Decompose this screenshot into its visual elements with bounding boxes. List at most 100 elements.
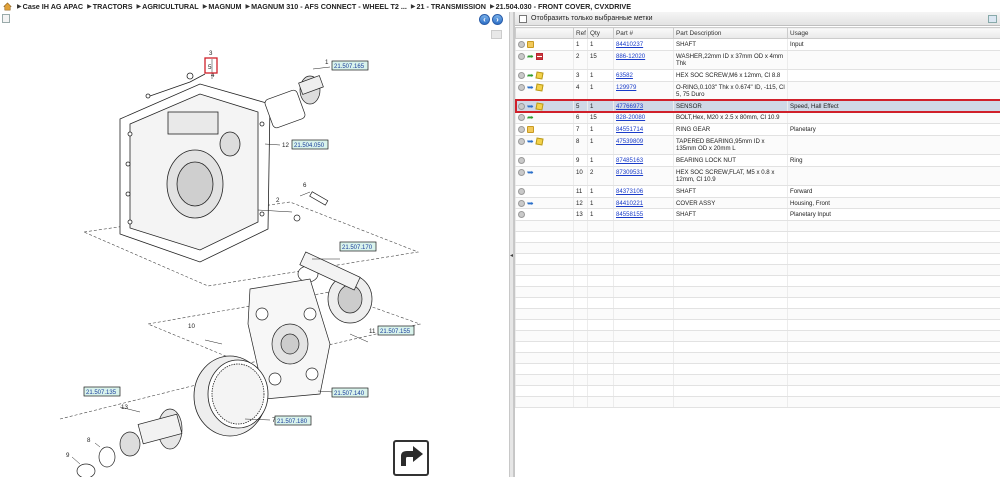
- expand-circle-icon[interactable]: [518, 211, 525, 219]
- col-header-part[interactable]: Part #: [613, 27, 674, 39]
- jump-to-arrow-button[interactable]: [393, 440, 429, 476]
- part-number-link[interactable]: 84410221: [616, 200, 643, 207]
- row-usage: Input: [787, 38, 1000, 51]
- part-number-link[interactable]: 63582: [616, 72, 633, 79]
- part-number-link[interactable]: 47539809: [616, 138, 643, 145]
- col-header-description[interactable]: Part Description: [673, 27, 788, 39]
- table-row[interactable]: 7 1 84551714 RING GEAR Planetary: [515, 123, 1000, 136]
- expand-circle-icon[interactable]: [518, 52, 525, 60]
- callout-10[interactable]: 10: [188, 323, 195, 330]
- breadcrumb-item[interactable]: 21 - TRANSMISSION: [416, 2, 486, 11]
- table-row[interactable]: ➦ 6 15 828-20080 BOLT,Hex, M20 x 2.5 x 80mm,…: [515, 111, 1000, 125]
- row-ref: 7: [573, 123, 588, 136]
- row-description: SHAFT: [673, 38, 788, 51]
- part-number-link[interactable]: 84551714: [616, 126, 643, 133]
- expand-circle-icon[interactable]: [518, 126, 525, 134]
- table-row[interactable]: 9 1 87485163 BEARING LOCK NUT Ring: [515, 154, 1000, 167]
- blue-arrow-icon: ➥: [527, 167, 534, 177]
- expand-circle-icon[interactable]: [518, 41, 525, 48]
- table-row[interactable]: 13 1 84558155 SHAFT Planetary Input: [515, 208, 1000, 222]
- part-number-link[interactable]: 84373106: [616, 188, 643, 195]
- callout-8[interactable]: 8: [87, 437, 91, 444]
- row-description: HEX SOC SCREW,FLAT, M5 x 0.8 x 12mm, Cl …: [673, 166, 788, 186]
- empty-cell: [587, 297, 614, 310]
- empty-cell: [787, 374, 1000, 387]
- table-row[interactable]: ➥ 10 2 87309531 HEX SOC SCREW,FLAT, M5 x 0.8…: [515, 166, 1000, 186]
- part-number-link[interactable]: 47766973: [616, 103, 643, 110]
- row-usage: [787, 50, 1000, 70]
- table-row[interactable]: 11 1 84373106 SHAFT Forward: [515, 185, 1000, 198]
- show-selected-checkbox[interactable]: [519, 14, 527, 23]
- part-number-link[interactable]: 87309531: [616, 169, 643, 176]
- empty-cell: [587, 352, 614, 365]
- callout-6[interactable]: 6: [303, 182, 307, 189]
- row-ref: 13: [573, 208, 588, 222]
- breadcrumb-item[interactable]: MAGNUM 310 - AFS CONNECT - WHEEL T2 ...: [251, 2, 407, 11]
- empty-cell: [613, 253, 674, 266]
- housing-drawing: [119, 83, 271, 263]
- table-row[interactable]: ➥ 8 1 47539809 TAPERED BEARING,95mm ID x 135…: [515, 135, 1000, 156]
- col-header-ref[interactable]: Ref: [573, 27, 588, 39]
- grid-options-icon[interactable]: [988, 15, 997, 23]
- col-header-qty[interactable]: Qty: [587, 27, 614, 39]
- breadcrumb-item[interactable]: MAGNUM: [208, 2, 241, 11]
- table-row[interactable]: ➦ 2 15 886-12020 WASHER,22mm ID x 37mm OD x …: [515, 50, 1000, 70]
- callout-1[interactable]: 1: [325, 59, 329, 66]
- ref-link[interactable]: 21.507.180: [277, 419, 308, 425]
- callout-9[interactable]: 9: [66, 452, 70, 459]
- table-row[interactable]: 1 1 84410237 SHAFT Input: [515, 38, 1000, 51]
- ref-link[interactable]: 21.507.170: [342, 245, 373, 251]
- expand-circle-icon[interactable]: [518, 187, 525, 195]
- breadcrumb-item[interactable]: AGRICULTURAL: [142, 2, 199, 11]
- col-header-usage[interactable]: Usage: [787, 27, 1000, 39]
- empty-cell: [587, 374, 614, 387]
- part-number-link[interactable]: 129979: [616, 84, 636, 91]
- table-row[interactable]: ➥ 5 1 47766973 SENSOR Speed, Hall Effect: [514, 99, 1000, 113]
- ref-link[interactable]: 21.504.050: [294, 143, 325, 149]
- expand-circle-icon[interactable]: [518, 168, 525, 176]
- table-row[interactable]: ➦ 3 1 63582 HEX SOC SCREW,M6 x 12mm, Cl 8.8: [515, 69, 1000, 82]
- breadcrumb-item[interactable]: TRACTORS: [93, 2, 133, 11]
- empty-cell: [787, 286, 1000, 299]
- part-number-link[interactable]: 84558155: [616, 211, 643, 218]
- package-icon: [535, 71, 544, 80]
- expand-circle-icon[interactable]: [518, 199, 525, 207]
- expand-circle-icon[interactable]: [518, 102, 525, 110]
- callout-3[interactable]: 3: [209, 50, 213, 57]
- callout-12[interactable]: 12: [282, 142, 289, 149]
- empty-cell: [515, 297, 574, 310]
- empty-cell: [573, 374, 588, 387]
- collapse-arrow-icon[interactable]: ◂: [510, 252, 513, 260]
- expand-circle-icon[interactable]: [518, 157, 525, 165]
- expand-circle-icon[interactable]: [518, 83, 525, 91]
- callout-11[interactable]: 11: [369, 328, 376, 335]
- expand-circle-icon[interactable]: [518, 71, 525, 79]
- part-number-link[interactable]: 87485163: [616, 157, 643, 164]
- empty-cell: [573, 363, 588, 376]
- empty-row: [515, 385, 1000, 398]
- ref-link[interactable]: 21.507.165: [334, 64, 365, 70]
- download-icon[interactable]: [2, 14, 10, 23]
- row-icons: ➥: [515, 135, 574, 156]
- part-number-link[interactable]: 828-20080: [616, 114, 645, 121]
- empty-cell: [613, 330, 674, 343]
- home-icon[interactable]: [3, 2, 12, 11]
- ref-link[interactable]: 21.507.135: [86, 390, 117, 396]
- breadcrumb-item[interactable]: Case IH AG APAC: [23, 2, 83, 11]
- expand-circle-icon[interactable]: [518, 137, 525, 145]
- expand-circle-icon[interactable]: [518, 114, 525, 122]
- part-number-link[interactable]: 84410237: [616, 41, 643, 48]
- table-row[interactable]: ➥ 12 1 84410221 COVER ASSY Housing, Front: [515, 197, 1000, 210]
- empty-cell: [673, 330, 788, 343]
- ref-link[interactable]: 21.507.155: [380, 329, 411, 335]
- callout-13[interactable]: 13: [121, 404, 128, 411]
- callout-5[interactable]: 5: [208, 64, 212, 71]
- callout-2[interactable]: 2: [276, 197, 280, 204]
- table-row[interactable]: ➥ 4 1 129979 O-RING,0.103" Thk x 0.674" ID, …: [515, 81, 1000, 101]
- empty-cell: [587, 220, 614, 233]
- empty-cell: [515, 352, 574, 365]
- part-number-link[interactable]: 886-12020: [616, 53, 645, 60]
- ref-link[interactable]: 21.507.140: [334, 391, 365, 397]
- breadcrumb-sep-icon: ▶: [202, 3, 208, 10]
- empty-cell: [587, 253, 614, 266]
